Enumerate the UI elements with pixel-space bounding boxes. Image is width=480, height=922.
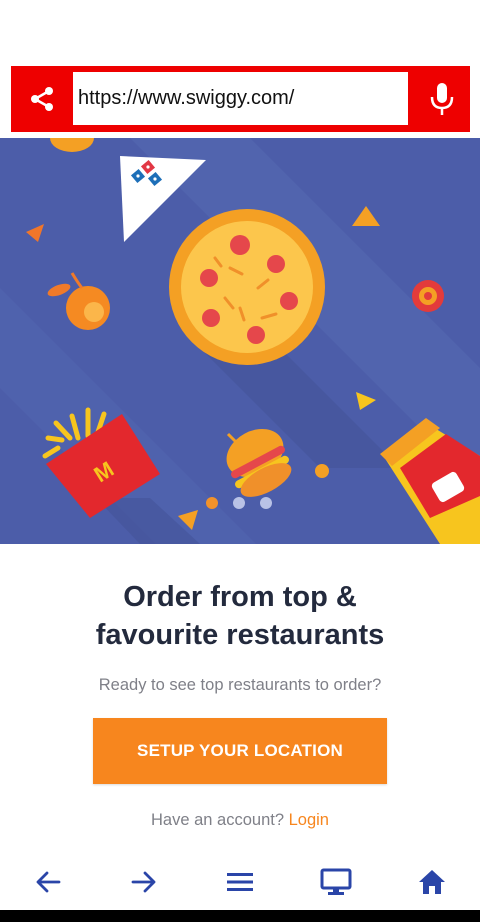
login-prompt: Have an account? Login [0,811,480,830]
microphone-icon [430,83,453,115]
account-prompt-text: Have an account? [151,811,285,829]
login-link[interactable]: Login [289,811,329,829]
share-button[interactable] [11,66,73,132]
back-button[interactable] [28,862,68,902]
hero-illustration: M [0,138,480,544]
home-icon [419,870,445,894]
desktop-mode-button[interactable] [316,862,356,902]
orange-fruit [47,272,110,330]
setup-location-button[interactable]: SETUP YOUR LOCATION [93,718,387,784]
subtitle: Ready to see top restaurants to order? [98,676,382,694]
browser-bottom-nav [0,852,480,910]
forward-arrow-icon [131,871,156,893]
carousel-pagination [206,497,272,509]
back-arrow-icon [36,871,61,893]
browser-url-bar [11,66,470,132]
carousel-dot-3[interactable] [260,497,272,509]
hero-carousel[interactable]: M [0,138,480,544]
badge [412,280,444,312]
status-area [0,0,480,64]
pizza [169,209,325,365]
forward-button[interactable] [124,862,164,902]
url-input[interactable] [73,72,408,125]
headline-line-2: favourite restaurants [95,619,385,651]
carousel-dot-2[interactable] [233,497,245,509]
headline: Order from top & favourite restaurants [0,578,480,654]
menu-icon [227,873,253,891]
carousel-dot-1[interactable] [206,497,218,509]
share-icon [31,87,53,111]
desktop-icon [320,868,352,895]
voice-search-button[interactable] [413,66,470,132]
headline-line-1: Order from top & [123,581,357,613]
system-navigation-bar [0,910,480,922]
home-button[interactable] [412,862,452,902]
menu-button[interactable] [220,862,260,902]
